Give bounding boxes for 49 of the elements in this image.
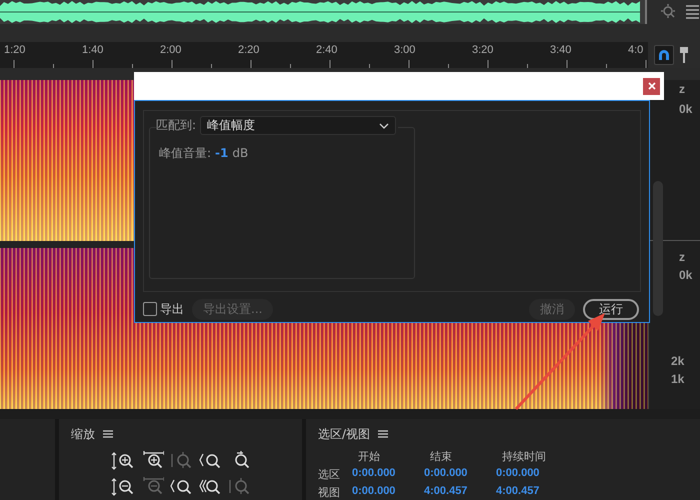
snap-button[interactable] — [654, 44, 674, 65]
peak-label: 峰值音量: — [159, 145, 212, 162]
column-header: 持续时间 — [501, 448, 547, 464]
time-label: 3:20 — [472, 44, 494, 56]
column-header: 开始 — [357, 448, 381, 464]
time-value[interactable]: 4:00.457 — [424, 484, 496, 500]
scrollbar[interactable] — [653, 181, 663, 316]
time-label: 1:40 — [82, 44, 104, 56]
pin-icon[interactable] — [680, 46, 688, 64]
column-header: 结束 — [429, 448, 453, 464]
frequency-label: 0k — [679, 268, 694, 282]
panel-title: 缩放 — [71, 426, 95, 443]
time-value[interactable]: 0:00.000 — [496, 466, 576, 482]
time-label: 1:20 — [4, 44, 26, 56]
list-icon[interactable] — [685, 3, 699, 22]
zoom-amp-out-icon[interactable] — [111, 476, 135, 497]
peak-value[interactable]: -1 — [215, 146, 228, 160]
waveform-overview[interactable] — [0, 0, 647, 24]
peak-unit: dB — [232, 146, 248, 160]
time-ruler[interactable]: 1:20 1:40 2:00 2:20 2:40 3:00 3:20 3:40 4:0 — [0, 42, 648, 68]
time-value[interactable]: 0:00.000 — [352, 466, 424, 482]
frequency-label: 0k — [679, 102, 694, 116]
match-label: 匹配到: — [156, 117, 196, 134]
close-icon — [648, 82, 656, 90]
export-checkbox[interactable]: 导出 — [143, 300, 184, 318]
run-button[interactable]: 运行 — [583, 298, 639, 320]
zoom-amp-in-icon[interactable] — [111, 450, 135, 471]
magnet-icon — [657, 48, 671, 62]
time-label: 2:40 — [316, 44, 338, 56]
time-value[interactable]: 0:00.000 — [352, 484, 424, 500]
frequency-label: z — [679, 82, 686, 96]
frequency-label: 2k — [671, 354, 686, 368]
menu-icon[interactable] — [378, 430, 388, 438]
row-label: 选区 — [318, 466, 341, 482]
panel-title: 选区/视图 — [318, 426, 370, 443]
time-value[interactable]: 0:00.000 — [424, 466, 496, 482]
time-value[interactable]: 4:00.457 — [496, 484, 576, 500]
menu-icon[interactable] — [103, 430, 113, 438]
time-label: 2:20 — [238, 44, 260, 56]
frequency-label: z — [679, 250, 686, 264]
match-dropdown[interactable]: 峰值幅度 — [200, 116, 396, 135]
time-label: 2:00 — [160, 44, 182, 56]
chevron-down-icon — [379, 122, 390, 128]
close-button[interactable] — [643, 78, 660, 94]
row-label: 视图 — [318, 484, 341, 500]
frequency-label: 1k — [671, 372, 686, 386]
time-label: 3:40 — [550, 44, 572, 56]
time-label: 4:0 — [628, 44, 644, 56]
time-label: 3:00 — [394, 44, 416, 56]
